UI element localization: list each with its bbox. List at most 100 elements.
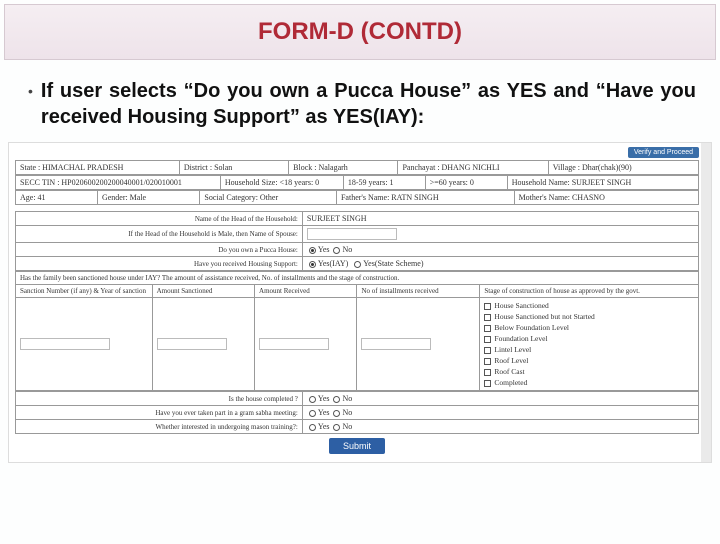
stage-label-1: House Sanctioned but not Started [494, 312, 594, 321]
context-row-1: State : HIMACHAL PRADESH District : Sola… [15, 160, 699, 175]
gender-value: Male [130, 193, 146, 202]
stage-chk-7[interactable] [484, 380, 491, 387]
spouse-input[interactable] [307, 228, 397, 240]
stage-label-5: Roof Level [494, 356, 528, 365]
panchayat-value: DHANG NICHLI [442, 163, 500, 172]
iay-col-amt-sanc: Amount Sanctioned [152, 285, 254, 298]
mother-value: CHASNO [572, 193, 605, 202]
soc-label: Social Category: [204, 193, 258, 202]
bullet-area: • If user selects “Do you own a Pucca Ho… [0, 60, 720, 142]
head-name-label: Name of the Head of the Household: [16, 212, 303, 226]
iay-col-install: No of installments received [357, 285, 480, 298]
stage-checklist: House Sanctioned House Sanctioned but no… [484, 300, 694, 388]
iay-heading: Has the family been sanctioned house und… [16, 272, 699, 285]
secc-value: HP020600200200040001/020010001 [61, 178, 181, 187]
gram-yes-radio[interactable] [309, 410, 316, 417]
block-value: Nalagarh [318, 163, 347, 172]
village-label: Village : [553, 163, 580, 172]
pucca-label: Do you own a Pucca House: [16, 243, 303, 257]
age-label: Age: [20, 193, 36, 202]
secc-label: SECC TIN : [20, 178, 59, 187]
stage-label-6: Roof Cast [494, 367, 524, 376]
verify-button-row: Verify and Proceed [15, 147, 699, 158]
iay-col-sanction: Sanction Number (if any) & Year of sanct… [16, 285, 153, 298]
stage-chk-5[interactable] [484, 358, 491, 365]
submit-button[interactable]: Submit [329, 438, 385, 454]
gram-no: No [342, 408, 352, 417]
question-block: Name of the Head of the Household: SURJE… [15, 211, 699, 271]
spouse-label: If the Head of the Household is Male, th… [16, 226, 303, 243]
stage-label-0: House Sanctioned [494, 301, 548, 310]
stage-label-2: Below Foundation Level [494, 323, 569, 332]
hh-name-label: Household Name: [512, 178, 570, 187]
stage-label-4: Lintel Level [494, 345, 531, 354]
completed-yes-radio[interactable] [309, 396, 316, 403]
support-state-text: Yes(State Scheme) [363, 259, 423, 268]
gender-label: Gender: [102, 193, 128, 202]
stage-chk-6[interactable] [484, 369, 491, 376]
gram-label: Have you ever taken part in a gram sabha… [16, 406, 303, 420]
support-label: Have you received Housing Support: [16, 257, 303, 271]
hh-1859-value: 1 [390, 178, 394, 187]
sanction-input[interactable] [20, 338, 110, 350]
mason-no: No [342, 422, 352, 431]
soc-value: Other [260, 193, 278, 202]
context-row-3: Age: 41 Gender: Male Social Category: Ot… [15, 190, 699, 205]
hh-lt18-value: 0 [315, 178, 319, 187]
stage-chk-3[interactable] [484, 336, 491, 343]
support-iay-text: Yes(IAY) [318, 259, 348, 268]
trailing-questions: Is the house completed ? Yes No Have you… [15, 391, 699, 434]
install-input[interactable] [361, 338, 431, 350]
stage-chk-4[interactable] [484, 347, 491, 354]
amt-recv-input[interactable] [259, 338, 329, 350]
village-value: Dhar(chak)(90) [582, 163, 632, 172]
mason-yes: Yes [318, 422, 330, 431]
slide-title: FORM-D (CONTD) [258, 18, 462, 46]
iay-heading-row: Has the family been sanctioned house und… [15, 271, 699, 391]
pucca-yes-text: Yes [318, 245, 330, 254]
support-state-radio[interactable] [354, 261, 361, 268]
iay-col-stage: Stage of construction of house as approv… [480, 285, 699, 298]
iay-col-amt-recv: Amount Received [255, 285, 357, 298]
stage-label-3: Foundation Level [494, 334, 547, 343]
bullet-dot: • [28, 78, 33, 104]
slide-title-bar: FORM-D (CONTD) [4, 4, 716, 60]
pucca-no-radio[interactable] [333, 247, 340, 254]
gram-no-radio[interactable] [333, 410, 340, 417]
completed-label: Is the house completed ? [16, 392, 303, 406]
completed-yes: Yes [318, 394, 330, 403]
state-value: HIMACHAL PRADESH [42, 163, 123, 172]
hh-name-value: SURJEET SINGH [572, 178, 632, 187]
context-row-2: SECC TIN : HP020600200200040001/02001000… [15, 175, 699, 190]
district-label: District : [184, 163, 212, 172]
mason-no-radio[interactable] [333, 424, 340, 431]
mother-label: Mother's Name: [519, 193, 570, 202]
stage-chk-0[interactable] [484, 303, 491, 310]
stage-label-7: Completed [494, 378, 527, 387]
mason-label: Whether interested in undergoing mason t… [16, 420, 303, 434]
hh-lt18-label: Household Size: <18 years: [225, 178, 313, 187]
father-label: Father's Name: [341, 193, 389, 202]
embedded-screenshot: Verify and Proceed State : HIMACHAL PRAD… [8, 142, 712, 463]
hh-60-value: 0 [470, 178, 474, 187]
mason-yes-radio[interactable] [309, 424, 316, 431]
completed-no: No [342, 394, 352, 403]
stage-chk-2[interactable] [484, 325, 491, 332]
state-label: State : [20, 163, 40, 172]
pucca-yes-radio[interactable] [309, 247, 316, 254]
stage-chk-1[interactable] [484, 314, 491, 321]
head-name-value: SURJEET SINGH [307, 214, 367, 223]
bullet-text: If user selects “Do you own a Pucca Hous… [41, 78, 696, 130]
amt-sanc-input[interactable] [157, 338, 227, 350]
verify-proceed-button[interactable]: Verify and Proceed [628, 147, 699, 158]
support-iay-radio[interactable] [309, 261, 316, 268]
hh-1859-label: 18-59 years: [348, 178, 388, 187]
hh-60-label: >=60 years: [430, 178, 468, 187]
gram-yes: Yes [318, 408, 330, 417]
age-value: 41 [38, 193, 46, 202]
block-label: Block : [293, 163, 316, 172]
panchayat-label: Panchayat : [402, 163, 439, 172]
completed-no-radio[interactable] [333, 396, 340, 403]
father-value: RATN SINGH [391, 193, 438, 202]
scrollbar[interactable] [701, 143, 711, 462]
